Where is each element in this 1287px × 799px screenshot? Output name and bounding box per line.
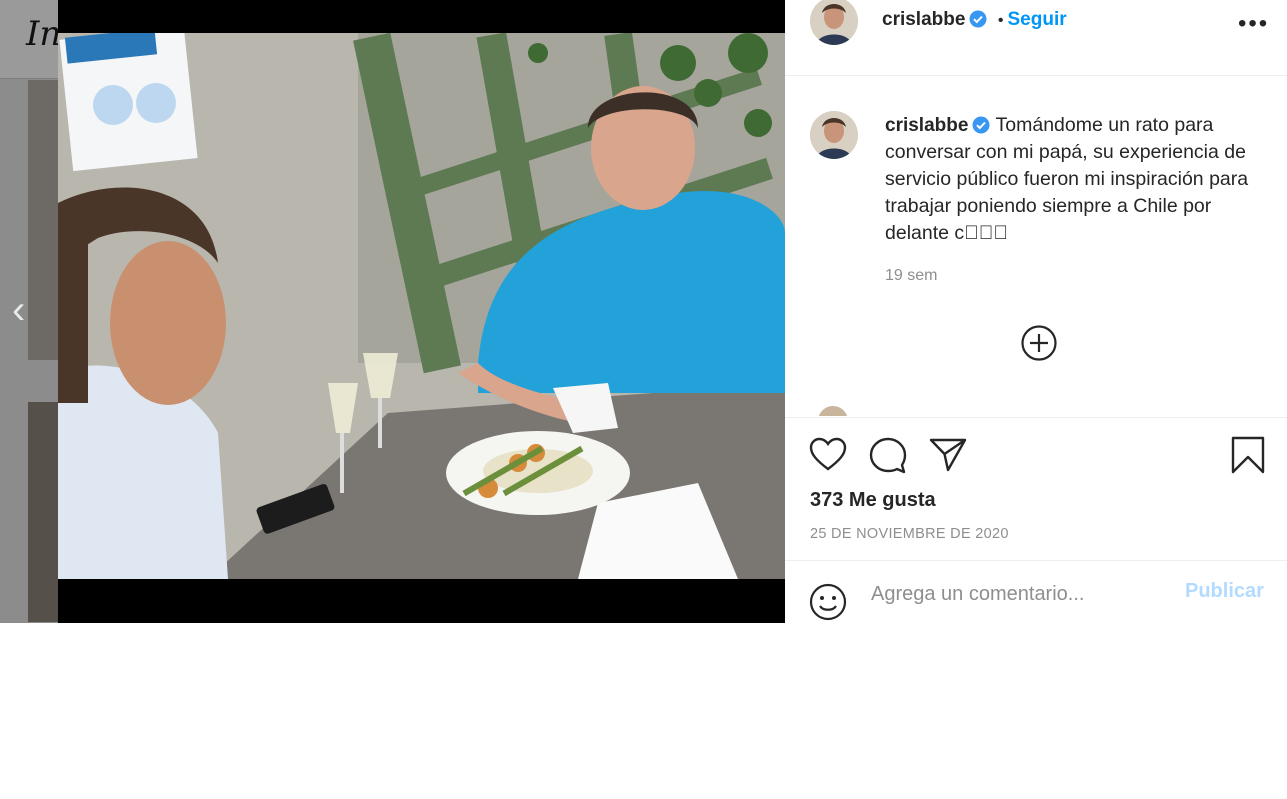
- comment-avatar-partial: [818, 406, 848, 416]
- send-icon[interactable]: [928, 435, 968, 475]
- header-separator: •: [997, 12, 1004, 29]
- caption-avatar[interactable]: [810, 111, 858, 159]
- post-details-panel: crislabbe • Seguir ••• crislabbe Tomándom…: [785, 0, 1287, 623]
- header-user: crislabbe • Seguir: [882, 9, 1067, 31]
- verified-badge-icon: [972, 115, 990, 134]
- comment-icon[interactable]: [868, 435, 908, 475]
- post-header: crislabbe • Seguir •••: [785, 0, 1287, 76]
- username-link[interactable]: crislabbe: [882, 9, 965, 30]
- post-actions: 373 Me gusta 25 DE NOVIEMBRE DE 2020: [785, 417, 1287, 561]
- background-logo: In: [26, 14, 58, 54]
- verified-badge-icon: [969, 10, 987, 28]
- add-comment-bar: Publicar: [785, 560, 1287, 623]
- follow-button[interactable]: Seguir: [1008, 9, 1067, 30]
- avatar[interactable]: [810, 0, 858, 45]
- background-thumbnail: [28, 402, 58, 622]
- post-media[interactable]: [58, 0, 785, 623]
- previous-post-arrow-icon[interactable]: ‹: [12, 290, 46, 334]
- post-photo: [58, 33, 785, 579]
- post-time-ago[interactable]: 19 sem: [885, 267, 937, 285]
- comment-input[interactable]: [869, 578, 1163, 610]
- caption-username[interactable]: crislabbe: [885, 115, 968, 136]
- plus-circle-icon[interactable]: [1021, 325, 1057, 361]
- likes-count[interactable]: 373 Me gusta: [810, 489, 936, 512]
- post-caption: crislabbe Tomándome un rato para convers…: [885, 112, 1255, 247]
- bookmark-icon[interactable]: [1228, 435, 1268, 475]
- heart-icon[interactable]: [808, 435, 848, 475]
- more-options-icon[interactable]: •••: [1238, 10, 1269, 38]
- background-page: In ‹: [0, 0, 58, 623]
- emoji-icon[interactable]: [808, 582, 848, 622]
- comments-section: crislabbe Tomándome un rato para convers…: [785, 76, 1287, 416]
- publish-button[interactable]: Publicar: [1185, 580, 1264, 603]
- post-date[interactable]: 25 DE NOVIEMBRE DE 2020: [810, 526, 1009, 542]
